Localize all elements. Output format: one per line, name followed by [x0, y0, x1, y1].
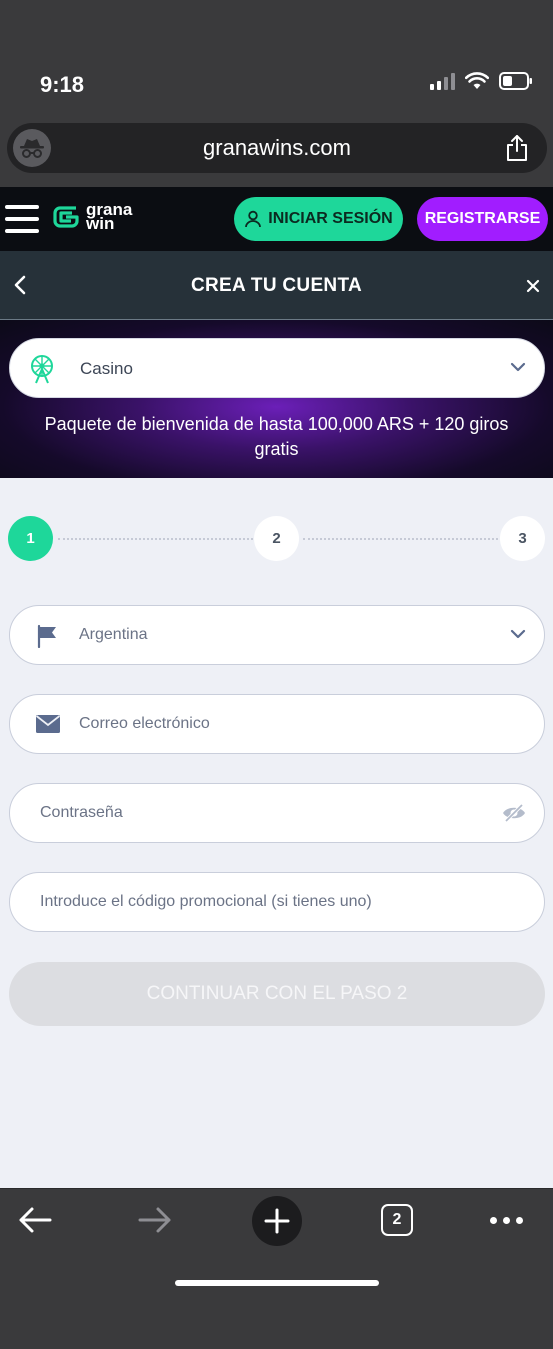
home-indicator [175, 1280, 379, 1286]
logo[interactable]: grana win [52, 201, 132, 233]
promo-banner: Casino Paquete de bienvenida de hasta 10… [0, 320, 553, 478]
promo-code-placeholder: Introduce el código promocional (si tien… [40, 893, 372, 910]
step-3: 3 [500, 516, 545, 561]
eye-off-icon[interactable] [502, 803, 526, 823]
site-header: grana win INICIAR SESIÓN REGISTRARSE [0, 187, 553, 251]
envelope-icon [36, 715, 60, 733]
login-button[interactable]: INICIAR SESIÓN [234, 197, 403, 241]
more-icon[interactable] [490, 1217, 523, 1224]
logo-line-2: win [86, 214, 115, 233]
url-bar[interactable]: granawins.com [7, 123, 547, 173]
step-connector [58, 538, 253, 540]
arrow-right-icon[interactable] [138, 1205, 172, 1235]
url-text[interactable]: granawins.com [7, 135, 547, 161]
product-select[interactable]: Casino [9, 338, 545, 398]
ferris-wheel-icon [31, 355, 53, 384]
promo-text: Paquete de bienvenida de hasta 100,000 A… [44, 414, 509, 459]
step-1: 1 [8, 516, 53, 561]
registration-form: 1 2 3 Argentina Correo electrónico Contr… [0, 478, 553, 1188]
status-time: 9:18 [40, 72, 85, 97]
share-icon[interactable] [505, 134, 529, 162]
step-indicator: 1 2 3 [8, 516, 546, 562]
email-placeholder: Correo electrónico [79, 715, 210, 732]
modal-title-bar: CREA TU CUENTA [0, 251, 553, 320]
status-icons [430, 72, 533, 90]
continue-button[interactable]: CONTINUAR CON EL PASO 2 [9, 962, 545, 1026]
password-field[interactable]: Contraseña [9, 783, 545, 843]
arrow-left-icon[interactable] [18, 1205, 52, 1235]
hamburger-menu-icon[interactable] [5, 205, 39, 233]
country-select[interactable]: Argentina [9, 605, 545, 665]
step-connector [303, 538, 498, 540]
user-icon [245, 210, 262, 228]
country-value: Argentina [79, 626, 148, 643]
promo-code-field[interactable]: Introduce el código promocional (si tien… [9, 872, 545, 932]
close-icon[interactable] [525, 278, 541, 294]
chevron-down-icon[interactable] [510, 361, 526, 373]
wifi-icon [465, 72, 489, 89]
browser-toolbar: 2 [0, 1188, 553, 1349]
logo-text: grana win [86, 201, 132, 233]
new-tab-button[interactable] [252, 1196, 302, 1246]
password-placeholder: Contraseña [40, 804, 123, 821]
register-button[interactable]: REGISTRARSE [417, 197, 548, 241]
plus-icon [264, 1208, 290, 1234]
flag-icon [37, 624, 56, 648]
status-bar: 9:18 [0, 0, 553, 118]
battery-icon [499, 72, 532, 90]
email-field[interactable]: Correo electrónico [9, 694, 545, 754]
tabs-button[interactable]: 2 [381, 1204, 413, 1236]
signal-icon [430, 72, 455, 90]
modal-title: CREA TU CUENTA [191, 275, 362, 296]
chevron-down-icon [510, 629, 526, 639]
product-label: Casino [80, 359, 133, 378]
step-2: 2 [254, 516, 299, 561]
logo-mark-icon [53, 206, 79, 228]
login-label: INICIAR SESIÓN [268, 210, 393, 227]
